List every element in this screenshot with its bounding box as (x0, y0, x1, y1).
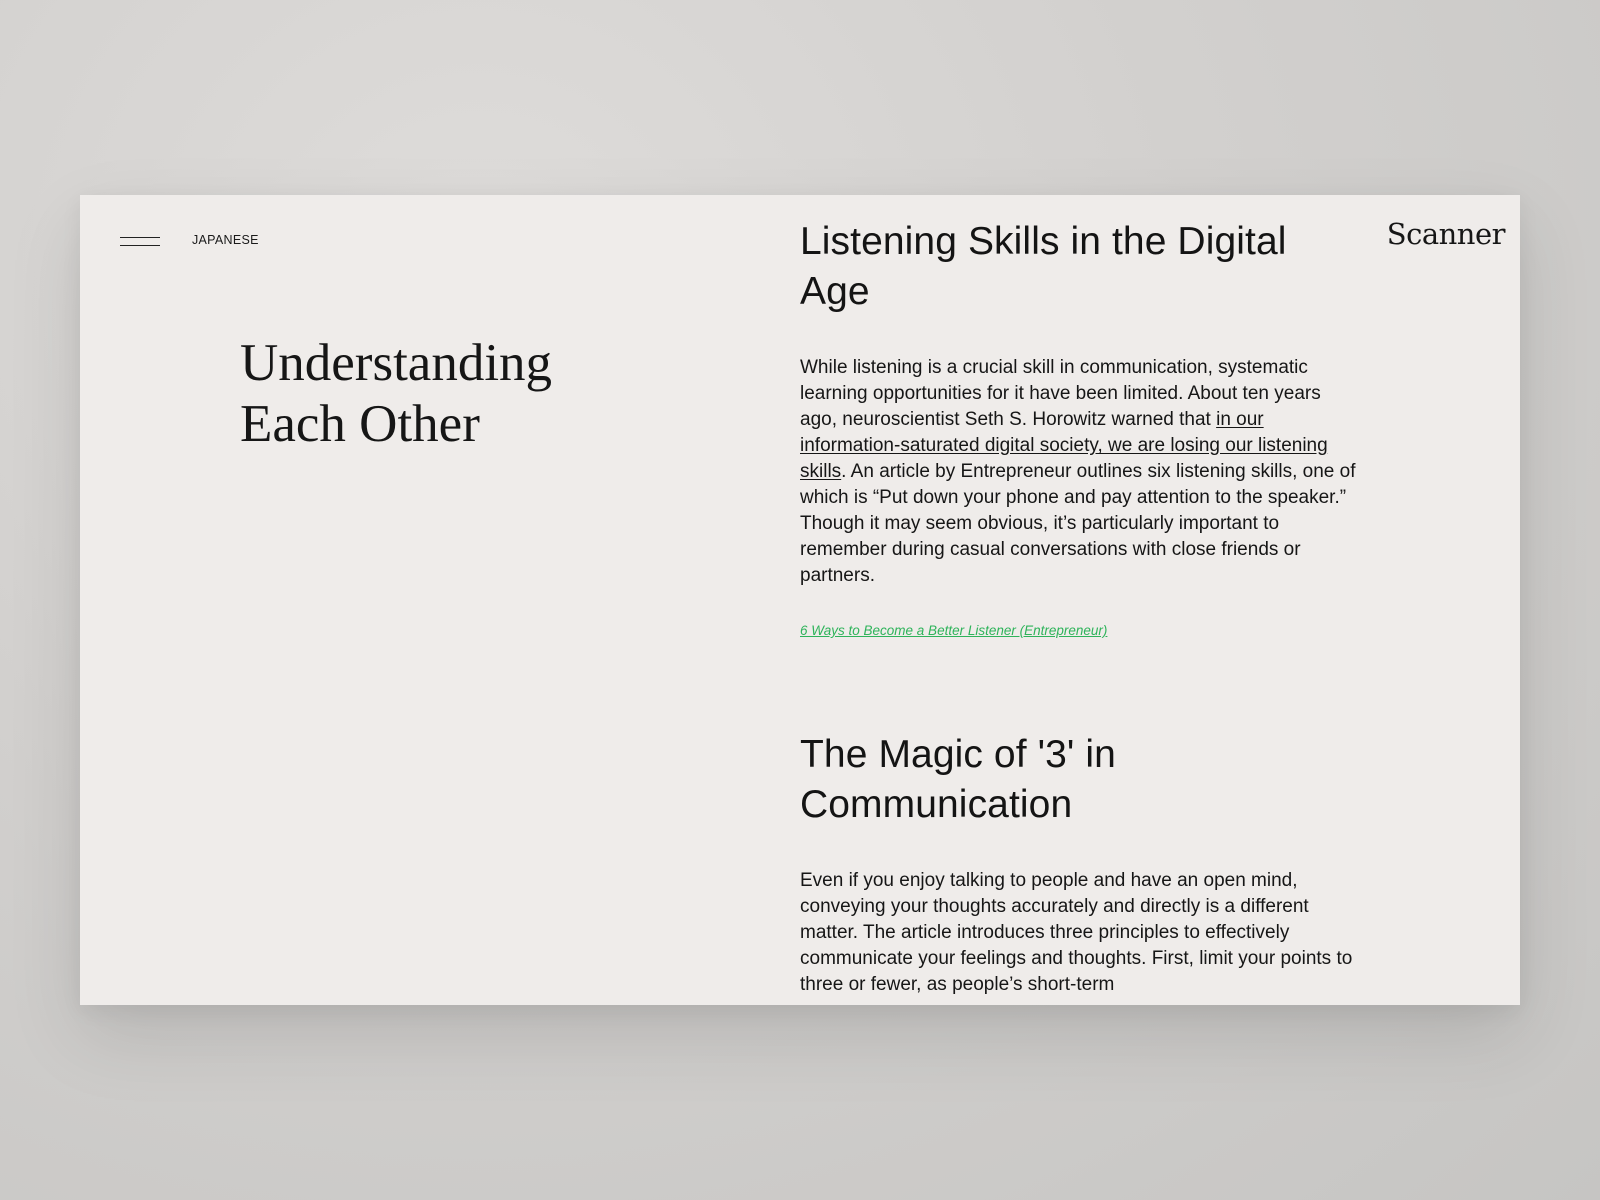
section-paragraph: Even if you enjoy talking to people and … (800, 870, 1353, 995)
language-switch-link[interactable]: JAPANESE (192, 233, 259, 247)
article-section-magic-of-three: The Magic of '3' in Communication Even i… (800, 730, 1360, 998)
section-paragraph: While listening is a crucial skill in co… (800, 355, 1360, 589)
section-heading: Listening Skills in the Digital Age (800, 220, 1287, 313)
browser-window: JAPANESE Understanding Each Other Scanne… (80, 195, 1520, 1005)
page-title-line: Each Other (240, 395, 480, 453)
source-link-entrepreneur[interactable]: 6 Ways to Become a Better Listener (Entr… (800, 623, 1107, 638)
paragraph-text: . An article by Entrepreneur outlines si… (800, 461, 1356, 586)
page-title: Understanding Each Other (240, 333, 760, 455)
page-title-line: Understanding (240, 334, 553, 392)
article-section-listening: Listening Skills in the Digital Age Whil… (800, 217, 1360, 640)
hamburger-line (120, 237, 160, 239)
site-logo[interactable]: Scanner (1365, 217, 1506, 251)
hamburger-line (120, 245, 160, 247)
hamburger-menu-icon[interactable] (120, 233, 162, 249)
section-heading: The Magic of '3' in Communication (800, 733, 1116, 826)
article-content: Listening Skills in the Digital Age Whil… (800, 217, 1360, 998)
